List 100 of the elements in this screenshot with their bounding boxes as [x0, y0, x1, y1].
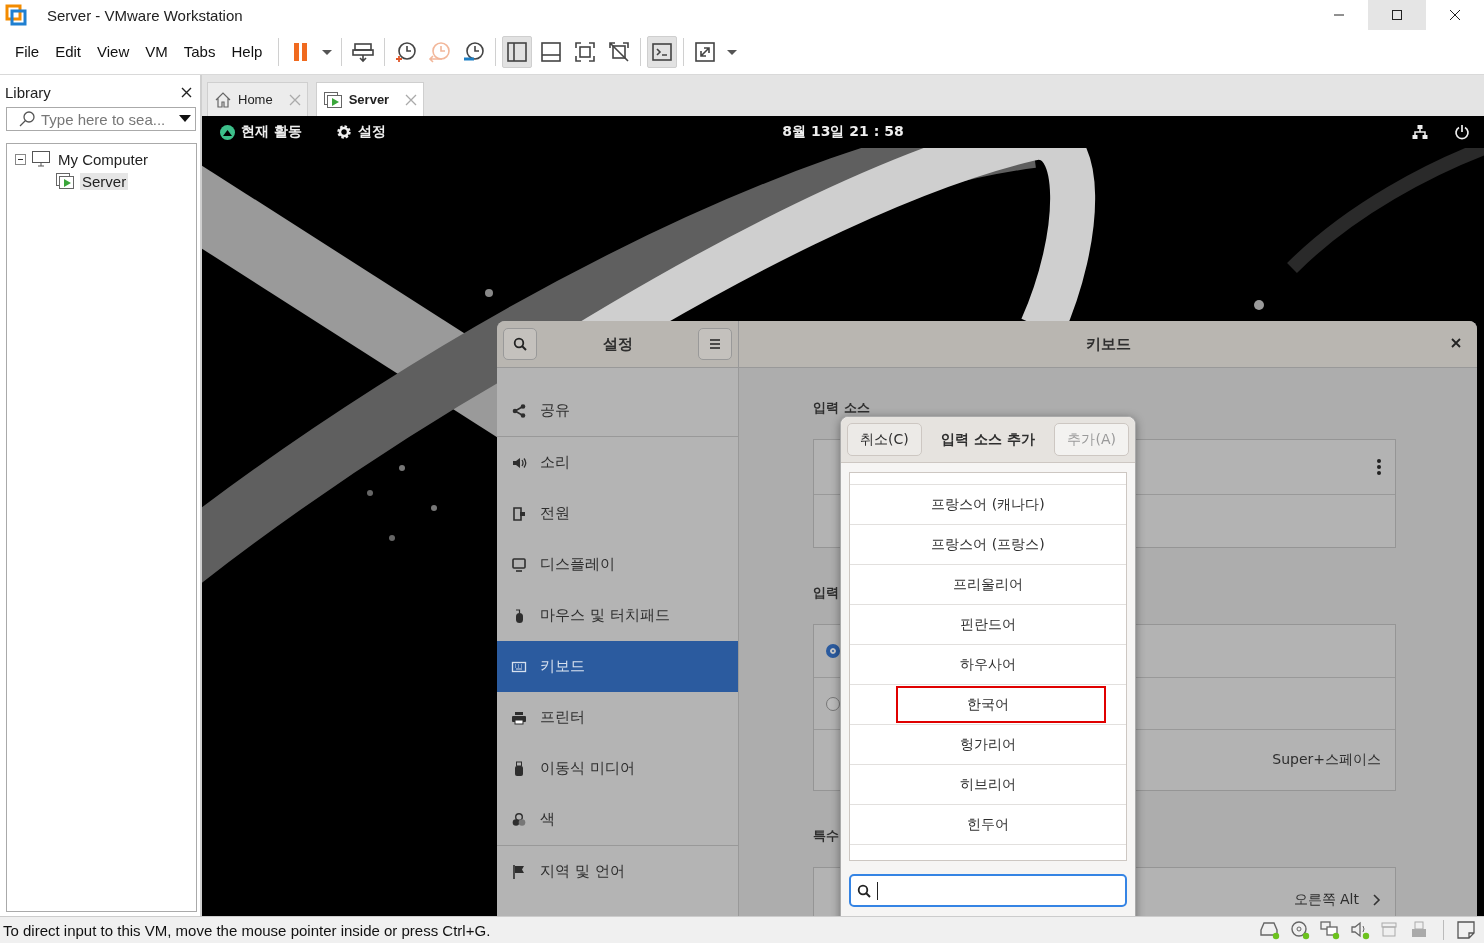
tree-item[interactable]: My Computer: [56, 150, 151, 168]
caret-icon: [322, 49, 333, 55]
menu-item[interactable]: Help: [223, 40, 271, 64]
sidebar-item[interactable]: 프린터: [497, 692, 738, 743]
sidebar-item[interactable]: 전원: [497, 488, 738, 539]
power-button[interactable]: [1454, 124, 1470, 140]
menu-item[interactable]: View: [89, 40, 138, 64]
clock[interactable]: 8월 13일 21 : 58: [782, 123, 904, 139]
activities-logo-icon: [220, 124, 235, 140]
language-item[interactable]: 프리울리어: [953, 575, 1023, 594]
caret-icon: [727, 49, 738, 55]
status-message: To direct input to this VM, move the mouse pointer inside or press Ctrl+G.: [3, 921, 491, 939]
clock-wrench-icon: [462, 40, 487, 64]
close-icon: [1449, 9, 1461, 21]
language-item[interactable]: 핀란드어: [960, 615, 1016, 634]
sidebar-item[interactable]: 마우스 및 터치패드: [497, 590, 738, 641]
shortcut-value: Super+스페이스: [1272, 751, 1381, 769]
language-item[interactable]: 한국어: [967, 695, 1009, 714]
sidebar-layout-icon: [505, 40, 530, 64]
network-icon: [1412, 124, 1428, 140]
device-button[interactable]: [1349, 920, 1371, 940]
language-item[interactable]: 힌두어: [967, 815, 1009, 834]
app-logo-icon: [5, 4, 27, 26]
close-button[interactable]: [1451, 338, 1461, 348]
menu-item[interactable]: VM: [137, 40, 176, 64]
sidebar-item[interactable]: 지역 및 언어: [497, 846, 738, 897]
sidebar-item[interactable]: 키보드: [497, 641, 738, 692]
maximize-button[interactable]: [1368, 0, 1426, 30]
device-button[interactable]: [1319, 920, 1341, 940]
app-menu-button[interactable]: 설정: [335, 123, 386, 141]
menu-item[interactable]: Tabs: [175, 40, 224, 64]
menu-item[interactable]: Edit: [47, 40, 90, 64]
maximize-icon: [1391, 9, 1403, 21]
crossed-square-icon: [607, 40, 632, 64]
share-icon: [511, 402, 527, 419]
dialog-title: 입력 소스 추가: [941, 430, 1035, 449]
sidebar-item[interactable]: 공유: [497, 385, 738, 436]
language-item[interactable]: 프랑스어 (프랑스): [931, 535, 1045, 554]
toolbar-button[interactable]: [647, 36, 678, 68]
panel-title: Library: [5, 83, 51, 101]
gear-icon: [335, 124, 352, 140]
notes-button[interactable]: [1456, 920, 1476, 940]
language-item[interactable]: 프랑스어 (캐나다): [931, 495, 1045, 514]
language-item[interactable]: 하우사어: [960, 655, 1016, 674]
radio-button[interactable]: [826, 644, 840, 658]
sidebar-item[interactable]: 색: [497, 794, 738, 845]
search-icon: [513, 337, 527, 351]
close-icon: [405, 93, 418, 106]
sidebar-item[interactable]: 디스플레이: [497, 539, 738, 590]
sidebar-item[interactable]: 이동식 미디어: [497, 743, 738, 794]
home-icon: [214, 90, 232, 109]
collapse-button[interactable]: [15, 153, 26, 165]
toolbar-button[interactable]: [502, 36, 533, 68]
device-button[interactable]: [1289, 920, 1311, 940]
menu-item[interactable]: File: [7, 40, 48, 64]
search-icon: [19, 111, 35, 127]
stack-arrow-icon: [351, 40, 376, 64]
section-heading: 특수: [813, 827, 839, 845]
bottom-panel-icon: [539, 40, 564, 64]
search-button[interactable]: [503, 328, 537, 360]
speaker-icon: [1349, 920, 1371, 940]
device-button[interactable]: [1259, 920, 1281, 940]
tab[interactable]: Server: [315, 82, 425, 116]
close-button[interactable]: [181, 86, 192, 98]
search-field[interactable]: [849, 874, 1127, 907]
radio-button[interactable]: [826, 696, 840, 711]
terminal-icon: [650, 40, 675, 64]
close-icon: [181, 86, 192, 98]
minus-box-icon: [15, 153, 26, 165]
page-title: 키보드: [1085, 334, 1131, 354]
caret-icon: [179, 115, 191, 123]
activities-button[interactable]: 현재 활동: [220, 123, 302, 141]
tab[interactable]: Home: [207, 82, 308, 116]
sidebar-title: 설정: [602, 334, 633, 354]
color-circles-icon: [511, 811, 527, 828]
fullscreen-icon: [573, 40, 598, 64]
window-title: Server - VMware Workstation: [47, 6, 243, 24]
disc-icon: [1289, 920, 1311, 940]
printer-icon: [511, 709, 527, 726]
tree-item[interactable]: Server: [80, 172, 129, 190]
search-field[interactable]: Type here to sea...: [6, 107, 196, 131]
text-cursor: [877, 881, 878, 900]
close-icon: [288, 93, 301, 106]
network-button[interactable]: [1412, 124, 1428, 140]
clock-arrow-icon: [428, 40, 453, 64]
menu-button[interactable]: [698, 328, 732, 360]
battery-plug-icon: [511, 505, 527, 522]
network-icon: [1319, 920, 1341, 940]
flag-icon: [511, 863, 527, 880]
vm-play-icon: [55, 172, 75, 190]
search-icon: [857, 883, 871, 898]
key-value: 오른쪽 Alt: [1293, 890, 1359, 909]
language-item[interactable]: 헝가리어: [960, 735, 1016, 754]
chevron-right-icon: [1373, 893, 1381, 906]
cancel-button[interactable]: 취소(C): [847, 423, 922, 456]
sidebar-item[interactable]: 소리: [497, 437, 738, 488]
note-icon: [1456, 920, 1476, 940]
more-icon: [1377, 459, 1381, 475]
drive-icon: [1259, 920, 1281, 940]
language-item[interactable]: 히브리어: [960, 775, 1016, 794]
